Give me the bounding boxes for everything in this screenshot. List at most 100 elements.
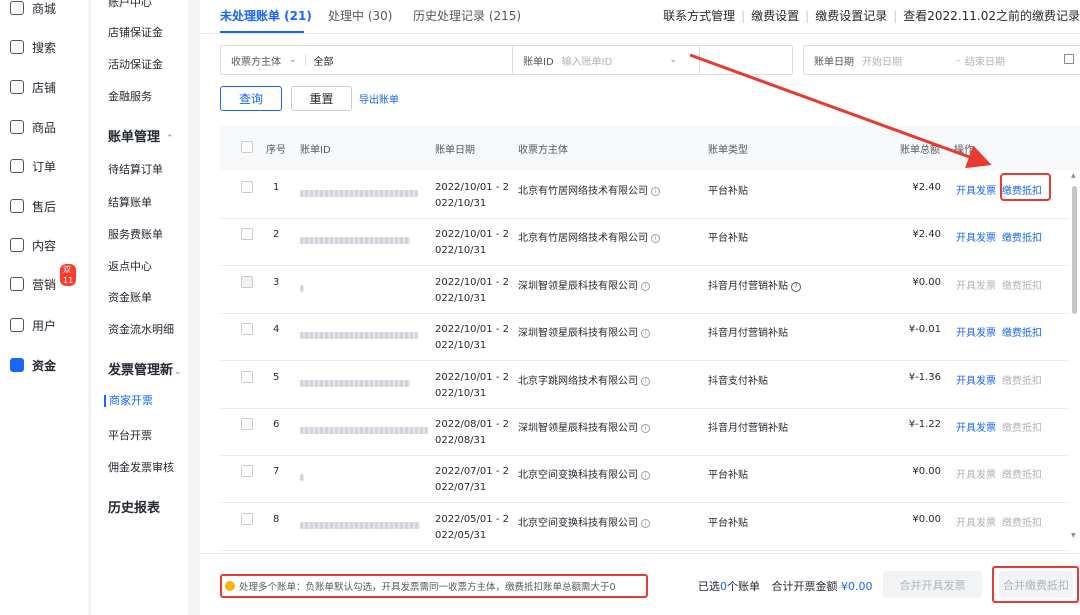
info-icon[interactable]: i: [641, 424, 650, 433]
info-icon[interactable]: i: [651, 234, 660, 244]
total-invoice-label: 合计开票金额: [771, 580, 838, 593]
issue-invoice-link[interactable]: 开具发票: [956, 372, 996, 387]
submenu-item-store-deposit[interactable]: 店铺保证金: [108, 24, 163, 40]
submenu-item-platform-invoice[interactable]: 平台开票: [108, 427, 152, 443]
issue-invoice-link[interactable]: 开具发票: [956, 277, 996, 292]
nav-item-2[interactable]: 店铺: [10, 74, 56, 100]
table-row[interactable]: 7 2022/07/01 - 2 022/07/31 北京空间变换科技有限公司 i 平台补…: [220, 456, 1070, 504]
link-old-payment-records[interactable]: 查看2022.11.02之前的缴费记录: [903, 9, 1080, 23]
submenu-item-rebate-center[interactable]: 返点中心: [108, 258, 152, 274]
payment-deduct-link[interactable]: 缴费抵扣: [1002, 277, 1042, 292]
submenu-item-funds-bill[interactable]: 资金账单: [108, 289, 152, 305]
payment-deduct-link[interactable]: 缴费抵扣: [1002, 182, 1042, 197]
nav-item-1[interactable]: 搜索: [10, 34, 56, 60]
issue-invoice-link[interactable]: 开具发票: [956, 466, 996, 481]
tab-history[interactable]: 历史处理记录 (215): [413, 7, 521, 24]
nav-item-6[interactable]: 内容: [10, 232, 56, 258]
info-icon[interactable]: i: [641, 376, 650, 386]
table-scrollbar[interactable]: ▲ ▼: [1070, 172, 1078, 542]
payment-deduct-link[interactable]: 缴费抵扣: [1002, 514, 1042, 529]
link-payment-settings[interactable]: 缴费设置: [751, 9, 799, 23]
link-contact-management[interactable]: 联系方式管理: [663, 9, 735, 23]
submenu-item-pending-orders[interactable]: 待结算订单: [108, 161, 163, 177]
start-date-input[interactable]: 开始日期: [862, 53, 902, 68]
tab-unprocessed[interactable]: 未处理账单 (21): [220, 7, 312, 24]
row-type-text: 抖音月付营销补贴: [708, 280, 788, 292]
row-checkbox[interactable]: [241, 228, 253, 241]
table-row[interactable]: 3 2022/10/01 - 2 022/10/31 深圳智领星辰科技有限公司 i 抖音月…: [220, 266, 1070, 314]
table-row[interactable]: 8 2022/05/01 - 2 022/05/31 北京空间变换科技有限公司 i 平台补…: [220, 503, 1070, 551]
table-row[interactable]: 6 2022/08/01 - 2 022/08/31 深圳智领星辰科技有限公司 i 抖音月…: [220, 409, 1070, 456]
row-type: 平台补贴: [708, 514, 748, 529]
row-checkbox[interactable]: [241, 370, 253, 383]
submenu-item-merchant-invoice[interactable]: 商家开票: [104, 395, 153, 407]
calendar-icon[interactable]: [1064, 54, 1074, 64]
scroll-down-icon[interactable]: ▼: [1071, 532, 1076, 539]
row-checkbox[interactable]: [241, 418, 253, 430]
nav-item-8[interactable]: 用户: [10, 312, 56, 338]
submenu-item-financial-service[interactable]: 金融服务: [108, 88, 152, 104]
promo-badge: 双11: [60, 264, 77, 286]
info-icon[interactable]: i: [641, 518, 650, 528]
info-icon[interactable]: i: [641, 329, 650, 339]
row-date-start: 2022/10/01 - 2: [435, 324, 509, 336]
help-icon[interactable]: ?: [791, 281, 801, 292]
row-payee: 北京有竹居网络技术有限公司 i: [518, 182, 660, 197]
bill-date-range[interactable]: 账单日期 开始日期 – 结束日期: [803, 45, 1080, 75]
nav-item-7[interactable]: 营销 双11: [10, 264, 77, 297]
submenu-item-activity-deposit[interactable]: 活动保证金: [108, 56, 163, 72]
tab-processing[interactable]: 处理中 (30): [328, 7, 392, 24]
scroll-up-icon[interactable]: ▲: [1071, 172, 1076, 179]
submenu-item-account[interactable]: 账户中心: [108, 0, 152, 10]
row-checkbox[interactable]: [241, 465, 253, 478]
issue-invoice-link[interactable]: 开具发票: [956, 419, 996, 434]
row-checkbox[interactable]: [241, 181, 253, 193]
row-checkbox[interactable]: [241, 275, 253, 288]
bill-id-input[interactable]: 账单ID 输入账单ID: [512, 45, 793, 75]
table-row[interactable]: 1 2022/10/01 - 2 022/10/31 北京有竹居网络技术有限公司 i 平台…: [220, 172, 1070, 219]
submenu-group-bill[interactable]: 账单管理 ⌃: [108, 126, 174, 145]
info-icon[interactable]: i: [641, 471, 650, 481]
row-payee: 深圳智领星辰科技有限公司 i: [518, 324, 650, 339]
query-button[interactable]: 查询: [220, 86, 282, 111]
row-checkbox[interactable]: [241, 323, 253, 336]
payment-deduct-link[interactable]: 缴费抵扣: [1002, 229, 1042, 244]
nav-item-9[interactable]: 资金: [10, 352, 56, 378]
scrollbar-thumb[interactable]: [1072, 186, 1077, 314]
issue-invoice-link[interactable]: 开具发票: [956, 324, 996, 339]
nav-item-5[interactable]: 售后: [10, 193, 56, 219]
issue-invoice-link[interactable]: 开具发票: [956, 229, 996, 244]
link-payment-settings-log[interactable]: 缴费设置记录: [815, 9, 887, 23]
nav-item-0[interactable]: 商城: [10, 0, 56, 21]
payment-deduct-link[interactable]: 缴费抵扣: [1002, 419, 1042, 434]
table-row[interactable]: 5 2022/10/01 - 2 022/10/31 北京字跳网络技术有限公司 i 抖音支…: [220, 361, 1070, 409]
issue-invoice-link[interactable]: 开具发票: [956, 514, 996, 529]
merge-invoice-button[interactable]: 合并开具发票: [883, 571, 982, 598]
select-all-checkbox[interactable]: [241, 141, 253, 153]
submenu-item-service-fee-bill[interactable]: 服务费账单: [108, 226, 163, 242]
submenu-item-settlement-bill[interactable]: 结算账单: [108, 194, 152, 210]
row-checkbox[interactable]: [241, 512, 253, 525]
issue-invoice-link[interactable]: 开具发票: [956, 182, 996, 197]
info-icon[interactable]: i: [641, 281, 650, 291]
payment-deduct-link[interactable]: 缴费抵扣: [1002, 324, 1042, 339]
submenu-group-invoice[interactable]: 发票管理新⌄: [108, 359, 182, 378]
store-icon: [10, 80, 24, 94]
table-row[interactable]: 4 2022/10/01 - 2 022/10/31 深圳智领星辰科技有限公司 i 抖音月…: [220, 314, 1070, 362]
info-icon[interactable]: i: [651, 187, 660, 196]
row-index: 4: [273, 324, 280, 336]
row-type-text: 平台补贴: [708, 233, 748, 245]
row-payee: 北京空间变换科技有限公司 i: [518, 514, 650, 529]
export-bill-link[interactable]: 导出账单: [359, 91, 399, 106]
nav-item-3[interactable]: 商品: [10, 114, 56, 140]
payment-deduct-link[interactable]: 缴费抵扣: [1002, 372, 1042, 387]
payment-deduct-link[interactable]: 缴费抵扣: [1002, 466, 1042, 481]
end-date-input[interactable]: 结束日期: [965, 53, 1005, 68]
submenu-item-commission-review[interactable]: 佣金发票审核: [108, 459, 174, 475]
nav-item-4[interactable]: 订单: [10, 153, 56, 179]
reset-button[interactable]: 重置: [291, 86, 352, 111]
submenu-item-funds-flow[interactable]: 资金流水明细: [108, 321, 174, 337]
row-type: 抖音支付补贴: [708, 372, 768, 387]
table-row[interactable]: 2 2022/10/01 - 2 022/10/31 北京有竹居网络技术有限公司 i 平台…: [220, 219, 1070, 267]
submenu-group-history[interactable]: 历史报表: [108, 497, 160, 516]
